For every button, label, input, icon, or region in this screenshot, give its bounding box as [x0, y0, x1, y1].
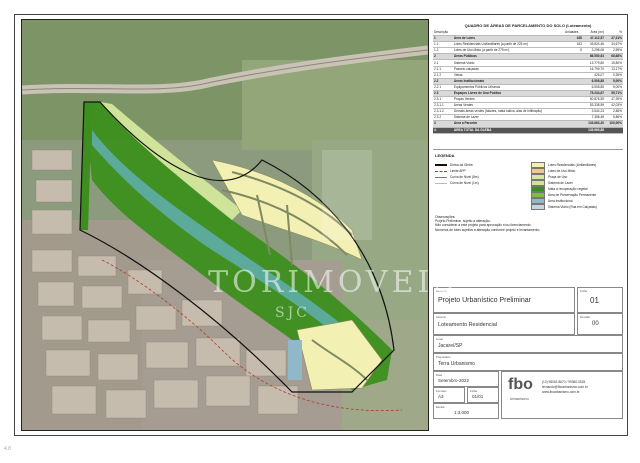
location-value: Jacareí/SP — [438, 343, 463, 349]
location-field: Local Jacareí/SP — [433, 335, 623, 353]
legend-label: Mata a recuperação vegetal — [548, 187, 588, 191]
area-table-title: QUADRO DE ÁREAS DE PARCELAMENTO DO SOLO … — [464, 23, 592, 28]
format-value: A3 — [438, 394, 444, 399]
title-block: Desenho Projeto Urbanístico Preliminar F… — [433, 287, 623, 431]
revision-value: 00 — [592, 321, 599, 327]
area-table: Descrição Unidades Área (m²) % 1 Área de … — [433, 30, 623, 134]
notes: Observações: Projeto Preliminar, sujeito… — [435, 215, 623, 232]
legend-label: Praça de Uso — [548, 175, 568, 179]
legend-label: Curva de Nível (5m) — [450, 175, 479, 179]
table-cell-units — [563, 127, 583, 134]
drawing-label: Desenho — [436, 289, 448, 293]
table-body: 1 Área de Lotes 168 47.112,57 37,31% 1.1 Lotes… — [433, 35, 623, 134]
subject-field: Assunto Loteamento Residencial — [433, 313, 575, 335]
table-row: 2.3.1.2 Demais áreas verdes (taludes, mat… — [433, 108, 623, 116]
contour-1m-swatch — [435, 182, 447, 184]
format-label: Formato — [436, 389, 447, 393]
scale-label: Escala — [436, 405, 445, 409]
drawing-field: Desenho Projeto Urbanístico Preliminar — [433, 287, 575, 313]
legend-item: Sistema Viário (Rua em Calçadas) — [531, 204, 623, 210]
page-value: 01/01 — [472, 394, 484, 399]
date-label: Data — [436, 373, 442, 377]
legend-label: Lotes de Uso Misto — [548, 169, 576, 173]
scale-value: 1:3.000 — [454, 410, 470, 415]
aerial-map[interactable] — [21, 19, 429, 431]
format-field: Formato A3 — [433, 387, 465, 403]
client-label: Proprietário — [436, 355, 451, 359]
drawing-sheet: QUADRO DE ÁREAS DE PARCELAMENTO DO SOLO … — [14, 14, 628, 436]
company-site: www.fboarbanismo.com.br — [542, 390, 580, 394]
page-field: Folha 01/01 — [467, 387, 499, 403]
legend-swatch — [531, 204, 545, 210]
company-logo-subtitle: urbanismo — [510, 396, 529, 401]
legend-lines-column: Divisa da Gleba Limite APP Curva de Níve… — [435, 162, 527, 210]
sheet-field: Folha 01 — [577, 287, 623, 313]
table-cell-area: 135.969,88 — [582, 127, 606, 134]
legend-label: Limite APP — [450, 169, 466, 173]
company-phone: (12) 98052-8670 / 99380-0525 — [542, 380, 586, 384]
client-field: Proprietário Terra Urbanismo — [433, 353, 623, 371]
company-block: fbo urbanismo (12) 98052-8670 / 99380-05… — [501, 371, 623, 419]
legend-label: Lotes Residenciais (Unifamiliares) — [548, 163, 597, 167]
legend-label: Sistema Viário (Rua em Calçadas) — [548, 205, 597, 209]
table-row: 1.1 Lotes Residenciais Unifamiliares (a p… — [433, 41, 623, 49]
subject-value: Loteamento Residencial — [438, 322, 498, 328]
footer-mark: 4.8 — [4, 446, 11, 452]
page-label: Folha — [470, 389, 477, 393]
legend-grid: Divisa da Gleba Limite APP Curva de Níve… — [433, 162, 623, 210]
legend-item: Curva de Nível (1m) — [435, 180, 527, 186]
table-cell-id: 4 — [433, 127, 453, 134]
location-label: Local — [436, 337, 443, 341]
date-value: Setembro-2022 — [438, 378, 470, 383]
scale-field: Escala 1:3.000 — [433, 403, 499, 419]
info-panel: QUADRO DE ÁREAS DE PARCELAMENTO DO SOLO … — [433, 19, 623, 431]
table-cell-pct — [605, 127, 623, 134]
legend-label: Divisa da Gleba — [450, 163, 473, 167]
watermark-building-shape — [322, 150, 372, 240]
legend-label: Sistema de Lazer — [548, 181, 573, 185]
contour-5m-swatch — [435, 176, 447, 178]
sheet-label: Folha — [580, 289, 587, 293]
subject-label: Assunto — [436, 315, 447, 319]
sheet-number: 01 — [590, 296, 599, 305]
legend-label: Área Institucional — [548, 199, 573, 203]
revision-field: Revisão 00 — [577, 313, 623, 335]
watermark-subtext: SJC — [275, 305, 310, 321]
note-line: Números de lotes sujeitos a alteração co… — [435, 227, 541, 232]
table-cell-desc: ÁREA TOTAL DA GLEBA — [452, 127, 564, 134]
client-value: Terra Urbanismo — [438, 361, 475, 367]
legend-label: Área de Preservação Permanente — [548, 193, 597, 197]
revision-label: Revisão — [580, 315, 591, 319]
legend: LEGENDA Divisa da Gleba Limite APP Curva… — [433, 149, 623, 285]
legend-fills-column: Lotes Residenciais (Unifamiliares) Lotes … — [531, 162, 623, 210]
drawing-title: Projeto Urbanístico Preliminar — [438, 297, 531, 304]
app-line-swatch — [435, 170, 447, 172]
company-email: fernando@fboarbanismo.com.br — [542, 385, 588, 389]
company-logo: fbo — [508, 376, 533, 393]
date-field: Data Setembro-2022 — [433, 371, 499, 387]
legend-title: LEGENDA — [435, 153, 455, 158]
table-row: 4 ÁREA TOTAL DA GLEBA 135.969,88 — [433, 127, 623, 134]
legend-label: Curva de Nível (1m) — [450, 181, 479, 185]
gleba-line-swatch — [435, 164, 447, 166]
